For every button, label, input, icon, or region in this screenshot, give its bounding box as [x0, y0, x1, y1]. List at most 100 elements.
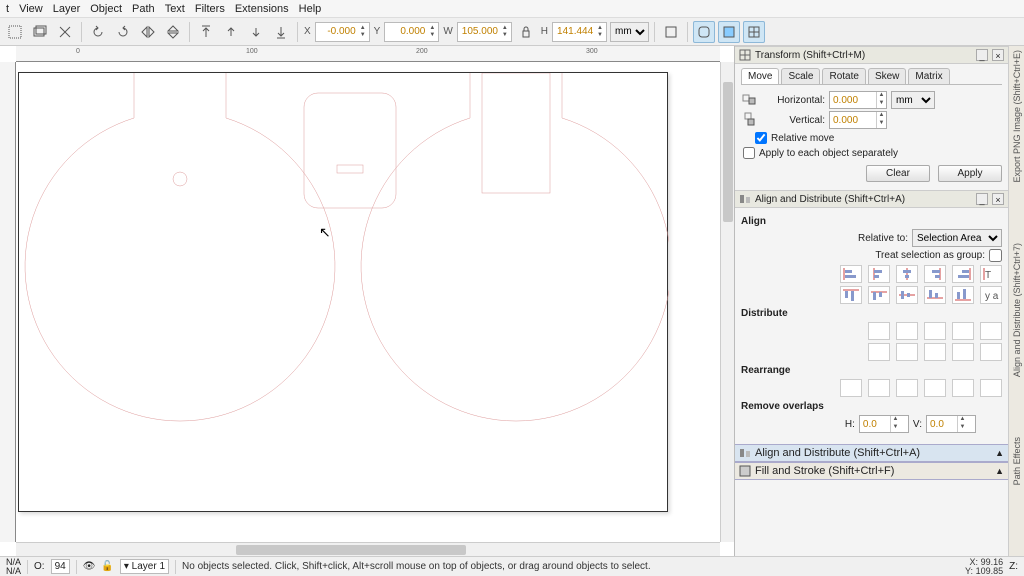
- menu-item-object[interactable]: Object: [90, 3, 122, 14]
- rearrange-random-button[interactable]: [952, 379, 974, 397]
- lock-aspect-button[interactable]: [515, 21, 537, 43]
- align-bottom-button[interactable]: [924, 286, 946, 304]
- relative-move-checkbox[interactable]: Relative move: [755, 132, 1002, 144]
- align-top-edge-button[interactable]: [840, 286, 862, 304]
- y-input[interactable]: ▲▼: [384, 22, 439, 42]
- drawing-page[interactable]: [18, 72, 668, 512]
- side-tab-export[interactable]: Export PNG Image (Shift+Ctrl+E): [1012, 50, 1022, 183]
- minimize-icon[interactable]: _: [976, 49, 988, 61]
- lower-button[interactable]: [245, 21, 267, 43]
- horizontal-input[interactable]: ▲▼: [829, 91, 887, 109]
- align-text-baseline-button[interactable]: y a: [980, 286, 1002, 304]
- vertical-scrollbar[interactable]: [720, 62, 734, 542]
- tab-rotate[interactable]: Rotate: [822, 68, 865, 84]
- vertical-ruler[interactable]: [0, 62, 16, 542]
- rotate-ccw-button[interactable]: [87, 21, 109, 43]
- distribute-center-h-button[interactable]: [896, 322, 918, 340]
- apply-each-checkbox[interactable]: Apply to each object separately: [743, 147, 1002, 159]
- affect-patterns-button[interactable]: [743, 21, 765, 43]
- menu-item-path[interactable]: Path: [132, 3, 155, 14]
- side-tab-path-effects[interactable]: Path Effects: [1012, 437, 1022, 485]
- tab-move[interactable]: Move: [741, 68, 779, 84]
- transform-panel-title[interactable]: Transform (Shift+Ctrl+M) _ ×: [735, 46, 1008, 64]
- distribute-right-button[interactable]: [924, 322, 946, 340]
- affect-stroke-button[interactable]: [660, 21, 682, 43]
- deselect-button[interactable]: [54, 21, 76, 43]
- collapsed-fill-bar[interactable]: Fill and Stroke (Shift+Ctrl+F)▲: [735, 462, 1008, 480]
- distribute-gaps-h-button[interactable]: [952, 322, 974, 340]
- collapsed-align-bar[interactable]: Align and Distribute (Shift+Ctrl+A)▲: [735, 444, 1008, 462]
- rearrange-zorder-button[interactable]: [896, 379, 918, 397]
- close-icon[interactable]: ×: [992, 49, 1004, 61]
- layer-visibility-icon[interactable]: 👁: [83, 561, 96, 572]
- side-tab-align[interactable]: Align and Distribute (Shift+Ctrl+7): [1012, 243, 1022, 377]
- menu-item-filters[interactable]: Filters: [195, 3, 225, 14]
- minimize-icon[interactable]: _: [976, 193, 988, 205]
- horizontal-scrollbar[interactable]: [16, 542, 720, 556]
- lower-bottom-button[interactable]: [270, 21, 292, 43]
- toolbar-unit-select[interactable]: mm: [610, 22, 649, 42]
- treat-group-checkbox[interactable]: [989, 249, 1002, 262]
- tab-scale[interactable]: Scale: [781, 68, 820, 84]
- align-right-edge-button[interactable]: [952, 265, 974, 283]
- affect-gradients-button[interactable]: [718, 21, 740, 43]
- opacity-input[interactable]: 94: [51, 559, 70, 574]
- align-top-button[interactable]: [868, 286, 890, 304]
- flip-vertical-button[interactable]: [162, 21, 184, 43]
- vertical-input[interactable]: ▲▼: [829, 111, 887, 129]
- align-panel-title[interactable]: Align and Distribute (Shift+Ctrl+A) _ ×: [735, 190, 1008, 208]
- fill-stroke-icon: [739, 465, 751, 477]
- apply-button[interactable]: Apply: [938, 165, 1002, 182]
- distribute-top-button[interactable]: [868, 343, 890, 361]
- menu-item[interactable]: t: [6, 3, 9, 14]
- select-all-button[interactable]: [4, 21, 26, 43]
- distribute-center-v-button[interactable]: [896, 343, 918, 361]
- menu-item-text[interactable]: Text: [165, 3, 185, 14]
- raise-top-button[interactable]: [195, 21, 217, 43]
- align-text-left-button[interactable]: T: [980, 265, 1002, 283]
- distribute-left-button[interactable]: [868, 322, 890, 340]
- distribute-text-h-button[interactable]: [980, 322, 1002, 340]
- raise-button[interactable]: [220, 21, 242, 43]
- tab-matrix[interactable]: Matrix: [908, 68, 949, 84]
- width-input[interactable]: ▲▼: [457, 22, 512, 42]
- layer-select[interactable]: ▾ Layer 1: [120, 559, 169, 574]
- horizontal-ruler[interactable]: 0100200300: [16, 46, 720, 62]
- rearrange-exchange-button[interactable]: [868, 379, 890, 397]
- canvas[interactable]: 0100200300 ↖: [0, 46, 734, 556]
- distribute-bottom-button[interactable]: [924, 343, 946, 361]
- stroke-indicator[interactable]: N/A: [6, 567, 21, 576]
- menu-item-view[interactable]: View: [19, 3, 43, 14]
- menu-item-help[interactable]: Help: [299, 3, 322, 14]
- transform-unit-select[interactable]: mm: [891, 91, 935, 109]
- align-center-v-button[interactable]: [896, 286, 918, 304]
- flip-horizontal-button[interactable]: [137, 21, 159, 43]
- rearrange-rotate-button[interactable]: [924, 379, 946, 397]
- rearrange-graph-button[interactable]: [840, 379, 862, 397]
- distribute-gaps-v-button[interactable]: [952, 343, 974, 361]
- affect-corners-button[interactable]: [693, 21, 715, 43]
- align-left-button[interactable]: [868, 265, 890, 283]
- align-right-button[interactable]: [924, 265, 946, 283]
- height-input[interactable]: ▲▼: [552, 22, 607, 42]
- overlap-v-input[interactable]: ▲▼: [926, 415, 976, 433]
- align-bottom-edge-button[interactable]: [952, 286, 974, 304]
- align-center-h-button[interactable]: [896, 265, 918, 283]
- relative-to-select[interactable]: Selection Area: [912, 229, 1002, 247]
- status-message: No objects selected. Click, Shift+click,…: [182, 561, 959, 572]
- menu-item-layer[interactable]: Layer: [53, 3, 81, 14]
- close-icon[interactable]: ×: [992, 193, 1004, 205]
- distribute-text-v-button[interactable]: [980, 343, 1002, 361]
- overlap-h-input[interactable]: ▲▼: [859, 415, 909, 433]
- y-label: Y: [374, 26, 381, 37]
- clear-button[interactable]: Clear: [866, 165, 930, 182]
- layer-lock-icon[interactable]: 🔓: [101, 561, 113, 572]
- align-left-edge-button[interactable]: [840, 265, 862, 283]
- menu-item-extensions[interactable]: Extensions: [235, 3, 289, 14]
- rotate-cw-button[interactable]: [112, 21, 134, 43]
- tab-skew[interactable]: Skew: [868, 68, 906, 84]
- remove-overlaps-button[interactable]: [980, 414, 1002, 434]
- x-input[interactable]: ▲▼: [315, 22, 370, 42]
- select-in-layers-button[interactable]: [29, 21, 51, 43]
- rearrange-unclump-button[interactable]: [980, 379, 1002, 397]
